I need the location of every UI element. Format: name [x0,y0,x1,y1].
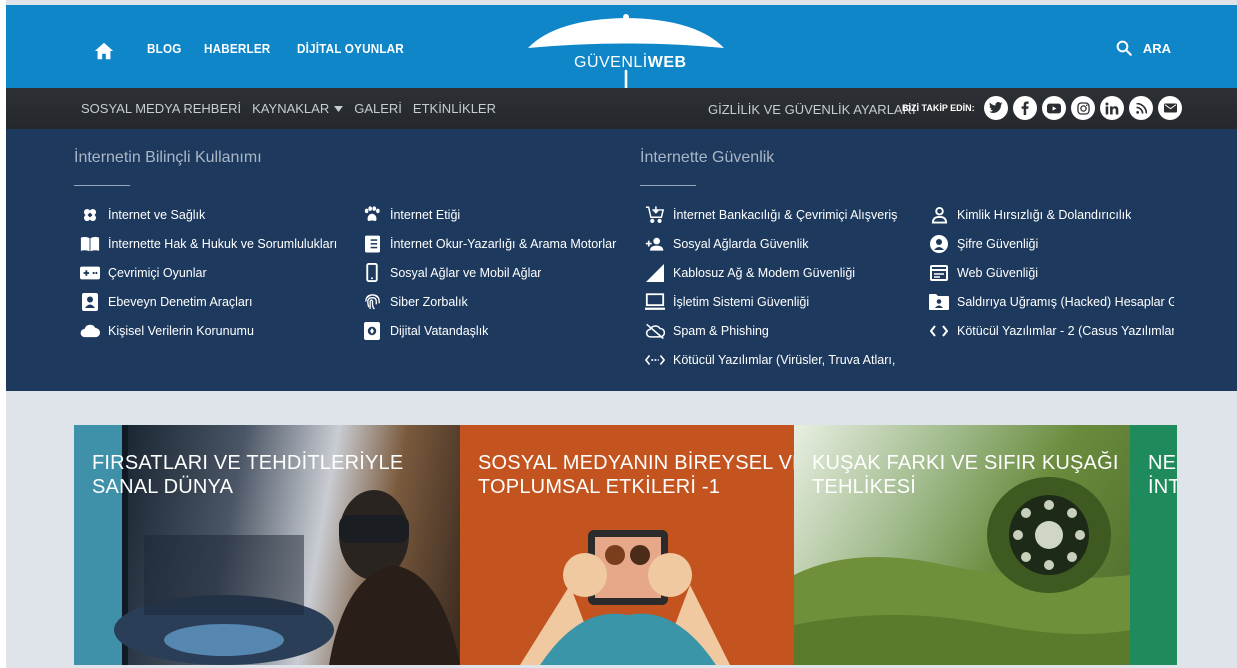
slide-social-media-effects[interactable]: SOSYAL MEDYANIN BİREYSEL VE TOPLUMSAL ET… [460,425,794,665]
secondary-nav: SOSYAL MEDYA REHBERİ KAYNAKLAR GALERİ ET… [81,101,507,116]
menu-item-malware-2[interactable]: Kötücül Yazılımlar - 2 (Casus Yazılımlar… [929,316,1174,345]
cloud-icon [80,321,100,341]
menu-item-wireless-security[interactable]: Kablosuz Ağ & Modem Güvenliği [645,258,900,287]
menu-item-digital-citizenship[interactable]: Dijital Vatandaşlık [362,316,617,345]
nav-digital-games-link[interactable]: DİJİTAL OYUNLAR [297,41,404,56]
nav-gallery-link[interactable]: GALERİ [354,101,402,116]
caret-down-icon [334,105,344,112]
menu-item-online-games[interactable]: Çevrimiçi Oyunlar [80,258,345,287]
slide-title-line1: FIRSATLARI VE TEHDİTLERİYLE [92,452,404,474]
facebook-icon[interactable] [1013,96,1037,120]
slide-partial[interactable]: NED İNT [1130,425,1177,665]
person-icon [929,205,949,225]
add-user-icon [645,234,665,254]
divider [640,185,696,186]
privacy-settings-link[interactable]: GİZLİLİK VE GÜVENLİK AYARLARI [708,102,916,117]
paw-icon [362,205,382,225]
menu-item-spam-phishing[interactable]: Spam & Phishing [645,316,900,345]
slide-generation-gap[interactable]: KUŞAK FARKI VE SIFIR KUŞAĞI TEHLİKESİ [794,425,1130,665]
menu-item-internet-health[interactable]: İnternet ve Sağlık [80,200,345,229]
home-icon[interactable] [93,40,115,62]
rss-icon[interactable] [1129,96,1153,120]
page: BLOG HABERLER DİJİTAL OYUNLAR ARA GÜVENL… [6,0,1237,668]
slide-title-line2: TEHLİKESİ [812,476,917,498]
slide-virtual-world[interactable]: FIRSATLARI VE TEHDİTLERİYLE SANAL DÜNYA [74,425,460,665]
slide-title-line1: KUŞAK FARKI VE SIFIR KUŞAĞI [812,452,1119,474]
gamepad-icon [80,263,100,283]
web-window-icon [929,263,949,283]
divider [74,185,130,186]
menu-item-internet-ethics[interactable]: İnternet Etiği [362,200,617,229]
book-icon [80,234,100,254]
parent-badge-icon [80,292,100,312]
top-nav: BLOG HABERLER DİJİTAL OYUNLAR [147,41,435,56]
social-links [984,96,1182,120]
phone-icon [362,263,382,283]
no-cloud-icon [645,321,665,341]
search-icon [1116,40,1132,56]
bandage-icon [80,205,100,225]
nav-resources-label: KAYNAKLAR [252,101,330,116]
nav-news-link[interactable]: HABERLER [204,41,270,56]
follow-us-label: BİZİ TAKİP EDİN: [902,103,975,113]
signal-icon [645,263,665,283]
nav-events-link[interactable]: ETKİNLİKLER [413,101,496,116]
linkedin-icon[interactable] [1100,96,1124,120]
menu-item-parental-controls[interactable]: Ebeveyn Denetim Araçları [80,287,345,316]
menu-item-personal-data[interactable]: Kişisel Verilerin Korunumu [80,316,345,345]
search-button[interactable]: ARA [1115,39,1171,57]
slide-title-line1: SOSYAL MEDYANIN BİREYSEL VE [478,452,794,474]
twitter-icon[interactable] [984,96,1008,120]
account-circle-icon [929,234,949,254]
slide-title-line2: SANAL DÜNYA [92,476,234,498]
monitor-icon [645,292,665,312]
menu-item-hacked-accounts[interactable]: Saldırıya Uğramış (Hacked) Hesaplar Gü [929,287,1174,316]
menu-item-rights-law[interactable]: İnternette Hak & Hukuk ve Sorumlulukları [80,229,345,258]
menu-item-social-mobile-networks[interactable]: Sosyal Ağlar ve Mobil Ağlar [362,258,617,287]
menu-item-password-security[interactable]: Şifre Güvenliği [929,229,1174,258]
menu-item-identity-theft[interactable]: Kimlik Hırsızlığı & Dolandırıcılık [929,200,1174,229]
citizen-badge-icon [362,321,382,341]
code-icon [929,321,949,341]
youtube-icon[interactable] [1042,96,1066,120]
nav-blog-link[interactable]: BLOG [147,41,182,56]
mega-col-title-conscious-use: İnternetin Bilinçli Kullanımı [74,149,262,166]
article-slider: FIRSATLARI VE TEHDİTLERİYLE SANAL DÜNYA … [74,425,1177,665]
slide-title-line1: NED [1148,452,1177,474]
menu-list-2: İnternet Etiği İnternet Okur-Yazarlığı &… [362,200,617,345]
menu-item-internet-banking[interactable]: İnternet Bankacılığı & Çevrimiçi Alışver… [645,200,900,229]
instagram-icon[interactable] [1071,96,1095,120]
menu-item-internet-literacy[interactable]: İnternet Okur-Yazarlığı & Arama Motorlar… [362,229,617,258]
logo-text-part2: WEB [647,54,687,71]
menu-list-4: Kimlik Hırsızlığı & Dolandırıcılık Şifre… [929,200,1174,345]
document-icon [362,234,382,254]
logo-text-part1: GÜVENLİ [574,54,648,71]
menu-list-1: İnternet ve Sağlık İnternette Hak & Huku… [80,200,345,345]
mail-icon[interactable] [1158,96,1182,120]
menu-item-social-network-security[interactable]: Sosyal Ağlarda Güvenlik [645,229,900,258]
mega-menu: İnternetin Bilinçli Kullanımı İnternette… [6,129,1237,391]
menu-item-os-security[interactable]: İşletim Sistemi Güvenliği [645,287,900,316]
slide-title-line2: TOPLUMSAL ETKİLERİ -1 [478,476,721,498]
nav-resources-dropdown[interactable]: KAYNAKLAR [252,101,344,116]
nav-social-media-guide-link[interactable]: SOSYAL MEDYA REHBERİ [81,101,241,116]
slide-title-line2: İNT [1148,476,1177,498]
menu-list-3: İnternet Bankacılığı & Çevrimiçi Alışver… [645,200,900,374]
fingerprint-icon [362,292,382,312]
menu-item-cyberbullying[interactable]: Siber Zorbalık [362,287,617,316]
code-arrows-icon [645,350,665,370]
secondary-nav-bar: SOSYAL MEDYA REHBERİ KAYNAKLAR GALERİ ET… [6,88,1237,129]
cart-icon [645,205,665,225]
search-label: ARA [1142,40,1171,56]
folder-user-icon [929,292,949,312]
mega-col-title-security: İnternette Güvenlik [640,149,775,166]
menu-item-malware-1[interactable]: Kötücül Yazılımlar (Virüsler, Truva Atla… [645,345,900,374]
menu-item-web-security[interactable]: Web Güvenliği [929,258,1174,287]
